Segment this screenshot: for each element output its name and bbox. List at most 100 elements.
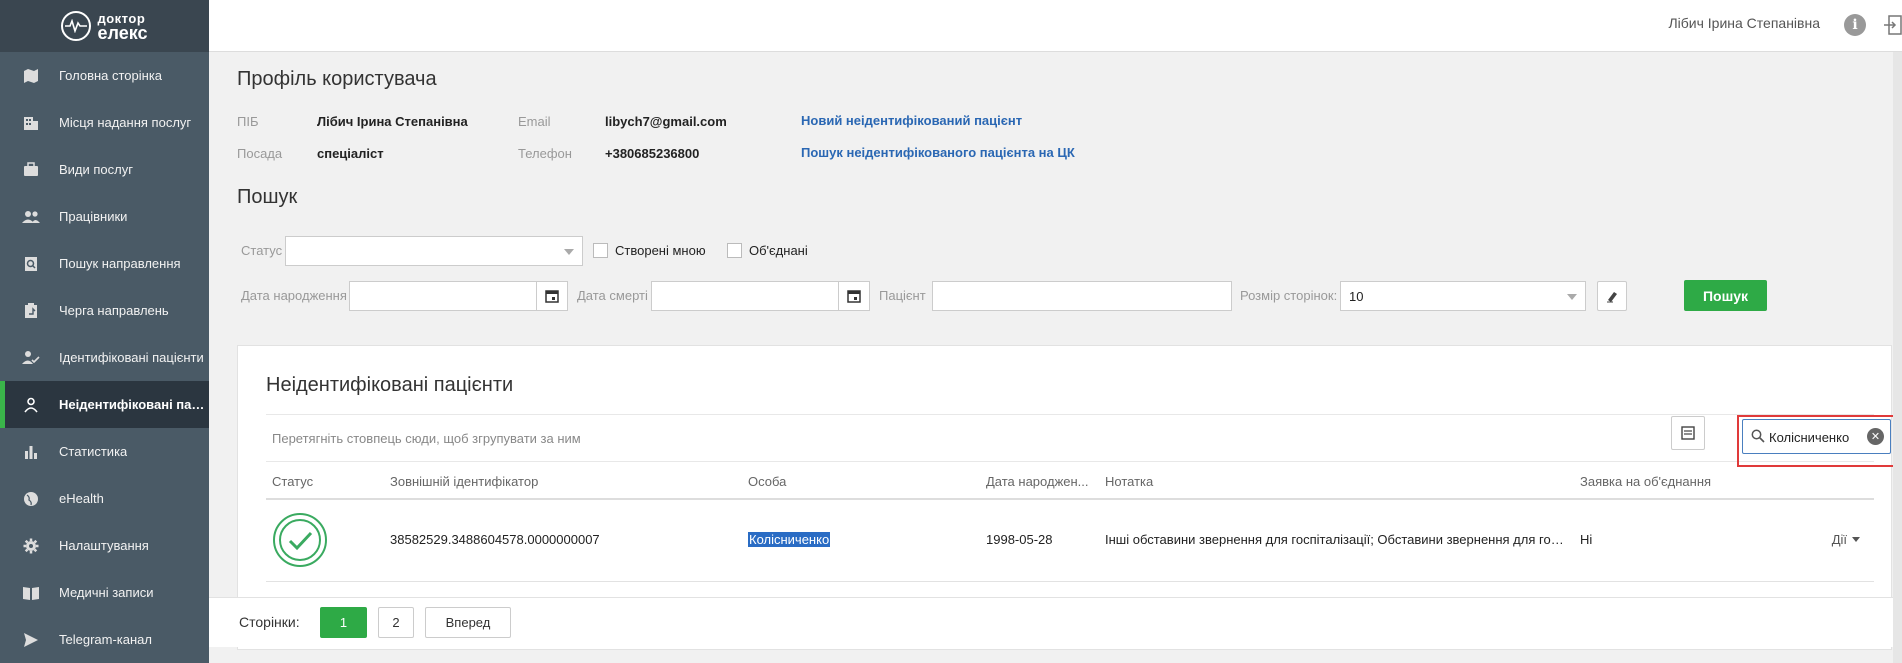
cell-birth-date: 1998-05-28 — [986, 532, 1053, 547]
column-birth-date[interactable]: Дата народжен... — [986, 474, 1089, 489]
gear-icon — [22, 537, 40, 555]
death-date-input[interactable] — [651, 281, 839, 311]
position-value: спеціаліст — [317, 146, 384, 161]
clear-search-icon[interactable]: ✕ — [1867, 428, 1884, 445]
sidebar-item-label: Статистика — [59, 444, 128, 459]
current-user-name[interactable]: Лібич Ірина Степанівна — [1668, 15, 1820, 31]
calendar-icon[interactable] — [536, 281, 568, 311]
row-actions-dropdown[interactable]: Дії — [1832, 532, 1860, 547]
sidebar-item-label: Ідентифіковані пацієнти — [59, 350, 204, 365]
sidebar-item-label: Telegram-канал — [59, 632, 152, 647]
column-note[interactable]: Нотатка — [1105, 474, 1153, 489]
sidebar-item-label: Неідентифіковані пацієнти — [59, 397, 207, 412]
cell-person[interactable]: Колісниченко — [748, 532, 831, 547]
clear-filters-button[interactable] — [1597, 281, 1627, 311]
heartbeat-logo-icon — [61, 11, 92, 41]
group-hint: Перетягніть стовпець сюди, щоб згрупуват… — [272, 431, 581, 446]
email-value: libych7@gmail.com — [605, 114, 727, 129]
merged-label: Об'єднані — [749, 243, 808, 258]
sidebar-item-9[interactable]: Статистика — [0, 428, 209, 475]
table-search-value[interactable]: Колісниченко — [1769, 430, 1867, 445]
position-label: Посада — [237, 146, 283, 161]
info-icon[interactable]: i — [1844, 14, 1866, 36]
sidebar-item-2[interactable]: Місця надання послуг — [0, 99, 209, 146]
status-label: Статус — [241, 243, 283, 258]
column-status[interactable]: Статус — [272, 474, 313, 489]
logout-icon[interactable] — [1884, 13, 1902, 37]
chevron-down-icon — [564, 249, 574, 255]
sidebar-item-10[interactable]: eHealth — [0, 475, 209, 522]
building-icon — [22, 114, 40, 132]
search-button[interactable]: Пошук — [1684, 280, 1767, 311]
book-icon — [22, 584, 40, 602]
table-search-input[interactable]: Колісниченко ✕ — [1742, 419, 1891, 454]
sidebar-item-8[interactable]: Неідентифіковані пацієнти — [0, 381, 209, 428]
user-check-icon — [22, 349, 40, 367]
page-2-button[interactable]: 2 — [378, 607, 414, 638]
new-unidentified-patient-link[interactable]: Новий неідентифікований пацієнт — [801, 113, 1022, 128]
created-by-me-checkbox[interactable] — [593, 243, 608, 258]
sidebar-item-5[interactable]: Пошук направлення — [0, 240, 209, 287]
search-icon — [1751, 429, 1765, 443]
checkmark-status-icon — [273, 513, 327, 567]
created-by-me-label: Створені мною — [615, 243, 706, 258]
sidebar-item-label: Види послуг — [59, 162, 133, 177]
cell-note: Інші обставини звернення для госпіталіза… — [1105, 532, 1569, 547]
sidebar-item-label: Медичні записи — [59, 585, 154, 600]
sidebar: доктор елекс Головна сторінка Місця надан… — [0, 0, 209, 663]
sidebar-item-12[interactable]: Медичні записи — [0, 569, 209, 616]
group-panel[interactable]: Перетягніть стовпець сюди, щоб згрупуват… — [266, 414, 1874, 462]
search-unidentified-patient-link[interactable]: Пошук неідентифікованого пацієнта на ЦК — [801, 145, 1075, 160]
pib-value: Лібич Ірина Степанівна — [317, 114, 468, 129]
sidebar-item-4[interactable]: Працівники — [0, 193, 209, 240]
table-header: Статус Зовнішній ідентифікатор Особа Дат… — [266, 464, 1874, 500]
export-button[interactable] — [1671, 416, 1705, 450]
sidebar-item-3[interactable]: Види послуг — [0, 146, 209, 193]
card-title: Неідентифіковані пацієнти — [266, 374, 514, 396]
cell-external-id: 38582529.3488604578.0000000007 — [390, 532, 600, 547]
email-label: Email — [518, 114, 551, 129]
column-external-id[interactable]: Зовнішній ідентифікатор — [390, 474, 538, 489]
sidebar-item-6[interactable]: Черга направлень — [0, 287, 209, 334]
pager-label: Сторінки: — [239, 614, 300, 630]
map-icon — [22, 67, 40, 85]
merged-checkbox[interactable] — [727, 243, 742, 258]
chevron-down-icon — [1852, 537, 1860, 542]
patient-input[interactable] — [932, 281, 1232, 311]
cell-merge-request: Ні — [1580, 532, 1593, 547]
globe-icon — [22, 490, 40, 508]
search-title: Пошук — [237, 186, 298, 208]
sidebar-item-label: Місця надання послуг — [59, 115, 192, 130]
death-date-label: Дата смерті — [577, 288, 648, 303]
patient-label: Пацієнт — [879, 288, 926, 303]
sidebar-item-1[interactable]: Головна сторінка — [0, 52, 209, 99]
sidebar-item-13[interactable]: Telegram-канал — [0, 616, 209, 663]
people-icon — [22, 208, 40, 226]
briefcase-icon — [22, 161, 40, 179]
calendar-icon[interactable] — [838, 281, 870, 311]
table-row[interactable]: 38582529.3488604578.0000000007 Колісниче… — [266, 502, 1874, 582]
vertical-scrollbar[interactable] — [1893, 52, 1902, 663]
sidebar-item-label: Пошук направлення — [59, 256, 181, 271]
main-content: Профіль користувача ПІБ Лібич Ірина Степ… — [209, 52, 1902, 663]
phone-label: Телефон — [518, 146, 572, 161]
sidebar-item-label: eHealth — [59, 491, 104, 506]
export-icon — [1681, 426, 1695, 440]
birth-date-input[interactable] — [349, 281, 537, 311]
bar-chart-icon — [22, 443, 40, 461]
eraser-icon — [1607, 292, 1617, 303]
page-1-button[interactable]: 1 — [320, 607, 367, 638]
sidebar-item-7[interactable]: Ідентифіковані пацієнти — [0, 334, 209, 381]
next-page-button[interactable]: Вперед — [425, 607, 511, 638]
column-merge-request[interactable]: Заявка на об'єднання — [1580, 474, 1711, 489]
column-person[interactable]: Особа — [748, 474, 786, 489]
brand-logo[interactable]: доктор елекс — [0, 0, 209, 52]
top-bar: Лібич Ірина Степанівна i — [209, 0, 1902, 52]
sidebar-item-label: Налаштування — [59, 538, 149, 553]
brand-name: доктор елекс — [97, 11, 148, 43]
chevron-down-icon — [1567, 294, 1577, 300]
sidebar-item-11[interactable]: Налаштування — [0, 522, 209, 569]
page-size-select[interactable]: 10 — [1340, 281, 1586, 311]
status-select[interactable] — [285, 236, 583, 266]
sidebar-item-label: Працівники — [59, 209, 128, 224]
